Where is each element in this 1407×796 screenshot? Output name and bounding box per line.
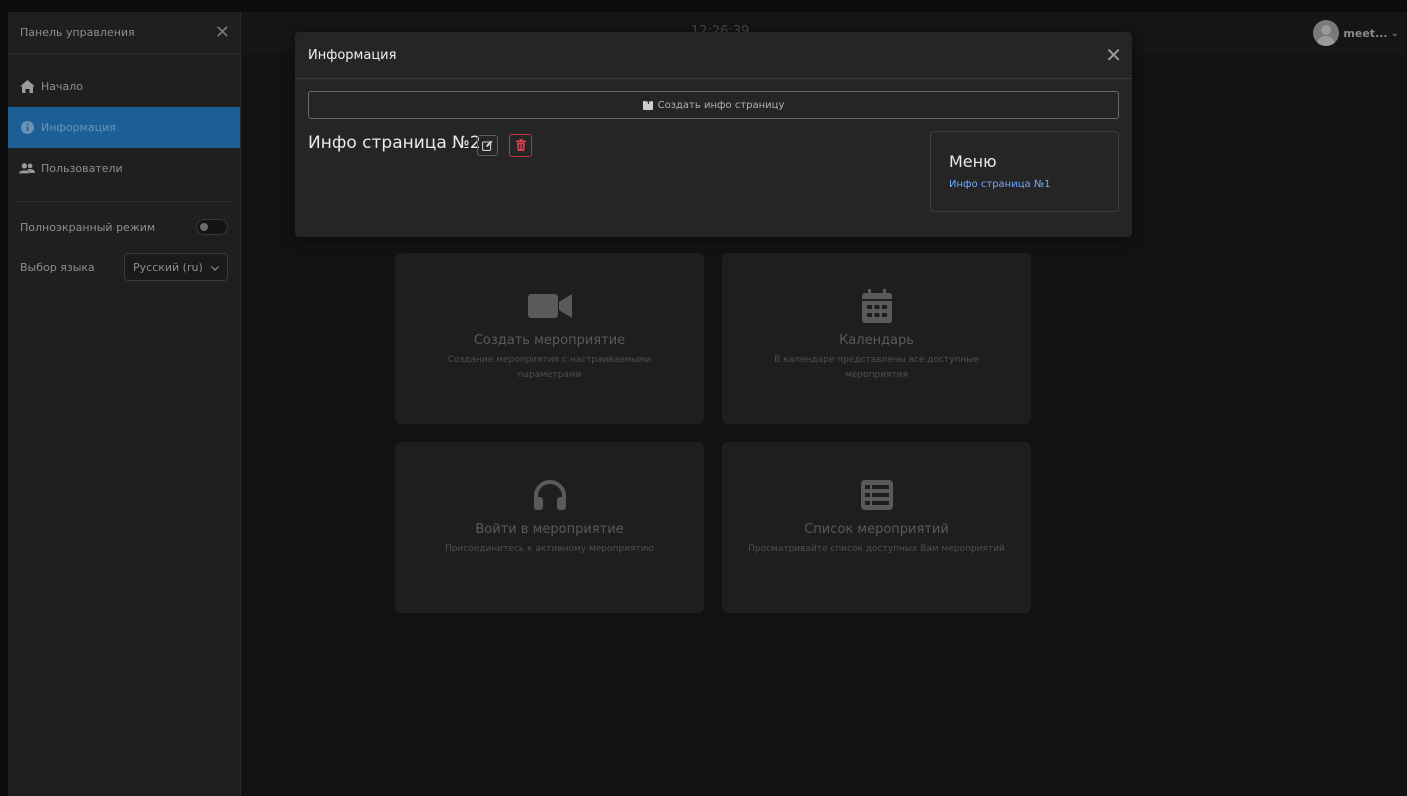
user-menu[interactable]: meet... ⌄ — [1313, 20, 1399, 46]
page-menu: Меню Инфо страница №1 — [930, 131, 1119, 212]
fullscreen-row: Полноэкранный режим — [8, 207, 240, 247]
headphones-icon — [533, 478, 567, 512]
folder-plus-icon — [642, 97, 653, 110]
chevron-down-icon — [211, 261, 219, 274]
language-value: Русский (ru) — [133, 260, 203, 274]
create-info-page-button[interactable]: Создать инфо страницу — [308, 91, 1119, 119]
edit-page-button[interactable] — [477, 135, 498, 156]
delete-page-button[interactable] — [509, 134, 532, 157]
username: meet... — [1343, 26, 1388, 40]
card-description: В календаре представлены все доступные м… — [774, 355, 979, 380]
home-icon — [19, 80, 35, 94]
app-frame: Панель управления ✕ Начало Информация По… — [8, 12, 1407, 796]
sidebar-item-label: Пользователи — [41, 162, 123, 175]
trash-icon — [515, 136, 526, 155]
modal-title: Информация — [308, 47, 397, 63]
card-title: Список мероприятий — [804, 522, 949, 537]
fullscreen-toggle[interactable] — [196, 219, 228, 235]
info-icon — [19, 121, 35, 135]
avatar — [1313, 20, 1340, 46]
card-description: Создание мероприятия с настраиваемыми па… — [447, 355, 652, 380]
sidebar-title: Панель управления — [20, 26, 135, 39]
fullscreen-label: Полноэкранный режим — [20, 220, 156, 234]
sidebar-header: Панель управления ✕ — [8, 12, 240, 54]
card-title: Создать мероприятие — [473, 333, 626, 348]
language-select[interactable]: Русский (ru) — [124, 253, 228, 281]
close-icon[interactable]: ✕ — [1105, 43, 1122, 67]
sidebar-nav: Начало Информация Пользователи — [8, 66, 240, 189]
create-info-page-label: Создать инфо страницу — [657, 99, 785, 111]
info-modal: Информация ✕ Создать инфо страницу Инфо … — [295, 32, 1132, 237]
menu-link-info-page-1[interactable]: Инфо страница №1 — [949, 179, 1118, 190]
card-description: Присоединитесь к активному мероприятию — [444, 544, 655, 554]
sidebar-item-home[interactable]: Начало — [8, 66, 240, 107]
list-icon — [860, 478, 893, 512]
card-join-event[interactable]: Войти в мероприятие Присоединитесь к акт… — [395, 442, 704, 613]
edit-icon — [482, 136, 493, 155]
chevron-down-icon: ⌄ — [1390, 27, 1399, 39]
sidebar-divider — [18, 201, 230, 202]
close-icon[interactable]: ✕ — [215, 22, 230, 43]
toggle-knob — [200, 223, 208, 231]
sidebar-item-label: Информация — [41, 121, 116, 134]
card-calendar[interactable]: Календарь В календаре представлены все д… — [722, 253, 1031, 424]
language-label: Выбор языка — [20, 260, 95, 274]
calendar-icon — [861, 289, 892, 323]
sidebar: Панель управления ✕ Начало Информация По… — [8, 12, 241, 796]
modal-header: Информация ✕ — [295, 32, 1132, 79]
card-title: Календарь — [839, 333, 914, 348]
info-page-title: Инфо страница №2 — [308, 133, 481, 153]
sidebar-item-label: Начало — [41, 80, 84, 93]
sidebar-item-info[interactable]: Информация — [8, 107, 240, 148]
card-event-list[interactable]: Список мероприятий Просматривайте список… — [722, 442, 1031, 613]
video-camera-icon — [527, 289, 572, 323]
sidebar-item-users[interactable]: Пользователи — [8, 148, 240, 189]
card-create-event[interactable]: Создать мероприятие Создание мероприятия… — [395, 253, 704, 424]
menu-title: Меню — [949, 152, 997, 171]
users-icon — [19, 162, 35, 176]
card-description: Просматривайте список доступных Вам меро… — [748, 544, 1005, 554]
language-row: Выбор языка Русский (ru) — [8, 247, 240, 287]
card-title: Войти в мероприятие — [475, 522, 624, 537]
